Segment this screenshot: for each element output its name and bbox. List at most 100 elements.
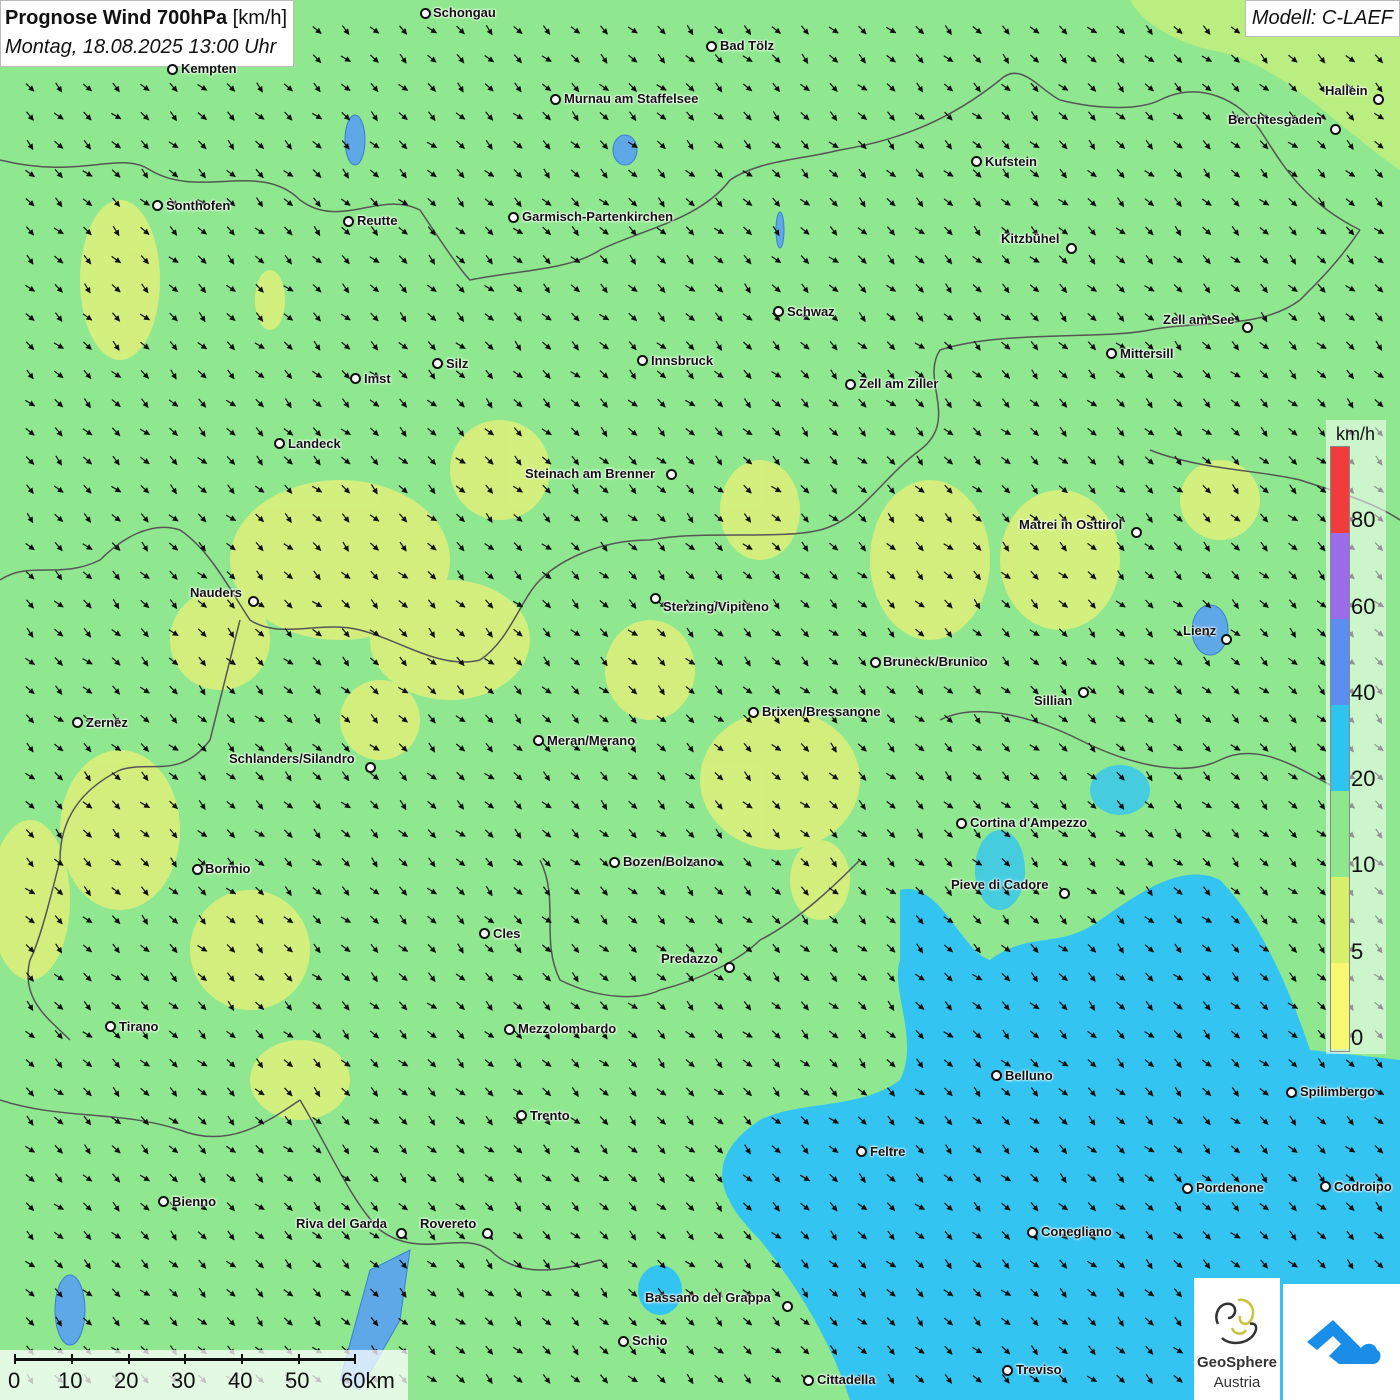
city-marker[interactable] (248, 596, 259, 607)
geosphere-logo[interactable]: GeoSphere Austria (1194, 1278, 1280, 1400)
city-marker[interactable] (1373, 94, 1384, 105)
city-marker[interactable] (479, 928, 490, 939)
city-marker[interactable] (1002, 1365, 1013, 1376)
city-marker[interactable] (971, 156, 982, 167)
city-label: Zell am See (1163, 312, 1235, 327)
city-marker[interactable] (152, 200, 163, 211)
city-marker[interactable] (105, 1021, 116, 1032)
city-marker[interactable] (167, 64, 178, 75)
city-marker[interactable] (432, 358, 443, 369)
city-marker[interactable] (274, 438, 285, 449)
scale-label: 30 (171, 1368, 196, 1393)
city-marker[interactable] (782, 1301, 793, 1312)
scale-tick (71, 1354, 73, 1364)
scale-label: 10 (58, 1368, 83, 1393)
city-marker[interactable] (870, 657, 881, 668)
city-marker[interactable] (609, 857, 620, 868)
legend-label: 40 (1351, 680, 1376, 705)
city-label: Sillian (1034, 693, 1073, 708)
city-marker[interactable] (803, 1375, 814, 1386)
city-marker[interactable] (1182, 1183, 1193, 1194)
city-marker[interactable] (1242, 322, 1253, 333)
city-label: Sterzing/Vipiteno (663, 599, 769, 614)
legend-swatch (1331, 963, 1349, 1049)
city-marker[interactable] (533, 735, 544, 746)
city-marker[interactable] (748, 707, 759, 718)
city-marker[interactable] (724, 962, 735, 973)
city-marker[interactable] (343, 216, 354, 227)
city-label: Landeck (288, 436, 341, 451)
city-marker[interactable] (504, 1024, 515, 1035)
city-label: Codroipo (1334, 1179, 1392, 1194)
city-marker[interactable] (706, 41, 717, 52)
city-label: Imst (364, 371, 391, 386)
model-label: Modell: C-LAEF (1244, 0, 1400, 37)
city-label: Feltre (870, 1144, 906, 1159)
legend-swatch (1331, 791, 1349, 877)
legend-swatch (1331, 877, 1349, 963)
city-marker[interactable] (1286, 1087, 1297, 1098)
city-marker[interactable] (666, 469, 677, 480)
city-marker[interactable] (482, 1228, 493, 1239)
scale-label: 50 (285, 1368, 310, 1393)
city-label: Steinach am Brenner (525, 466, 656, 481)
city-marker[interactable] (365, 762, 376, 773)
city-marker[interactable] (773, 306, 784, 317)
city-marker[interactable] (1078, 687, 1089, 698)
city-label: Cortina d'Ampezzo (970, 815, 1088, 830)
city-marker[interactable] (1131, 527, 1142, 538)
city-label: Bormio (205, 861, 251, 876)
scale-tick (184, 1354, 186, 1364)
city-marker[interactable] (508, 212, 519, 223)
cloud-arrow-icon (1307, 1320, 1381, 1364)
city-marker[interactable] (516, 1110, 527, 1121)
high-wind-patch (975, 830, 1025, 910)
city-marker[interactable] (1320, 1181, 1331, 1192)
city-marker[interactable] (1066, 243, 1077, 254)
legend-swatch (1331, 533, 1349, 619)
city-marker[interactable] (991, 1070, 1002, 1081)
city-label: Reutte (357, 213, 398, 228)
city-label: Brixen/Bressanone (762, 704, 881, 719)
city-marker[interactable] (845, 379, 856, 390)
city-marker[interactable] (550, 94, 561, 105)
city-label: Nauders (190, 585, 243, 600)
city-label: Belluno (1005, 1068, 1053, 1083)
city-label: Bruneck/Brunico (883, 654, 988, 669)
city-marker[interactable] (856, 1146, 867, 1157)
city-marker[interactable] (1027, 1227, 1038, 1238)
city-label: Schlanders/Silandro (229, 751, 355, 766)
legend-swatch (1331, 705, 1349, 791)
city-label: Zernez (86, 715, 128, 730)
city-marker[interactable] (72, 717, 83, 728)
city-marker[interactable] (420, 8, 431, 19)
city-marker[interactable] (396, 1228, 407, 1239)
scale-tick (354, 1354, 356, 1364)
city-label: Silz (446, 356, 469, 371)
city-label: Schwaz (787, 304, 835, 319)
city-label: Garmisch-Partenkirchen (522, 209, 674, 224)
city-marker[interactable] (192, 864, 203, 875)
city-label: Pordenone (1196, 1180, 1264, 1195)
city-marker[interactable] (1059, 888, 1070, 899)
city-label: Meran/Merano (547, 733, 636, 748)
city-label: Trento (530, 1108, 570, 1123)
legend-label: 0 (1351, 1025, 1364, 1050)
city-marker[interactable] (1106, 348, 1117, 359)
map-title-box: Prognose Wind 700hPa [km/h] Montag, 18.0… (0, 0, 295, 67)
app-logo[interactable] (1283, 1284, 1400, 1400)
scale-tick (128, 1354, 130, 1364)
legend-label: 10 (1351, 852, 1376, 877)
city-marker[interactable] (618, 1336, 629, 1347)
city-marker[interactable] (637, 355, 648, 366)
city-label: Mittersill (1120, 346, 1174, 361)
city-label: Matrei in Osttirol (1019, 517, 1123, 532)
city-marker[interactable] (650, 593, 661, 604)
city-marker[interactable] (956, 818, 967, 829)
city-marker[interactable] (1221, 634, 1232, 645)
city-label: Schio (632, 1333, 668, 1348)
city-marker[interactable] (158, 1196, 169, 1207)
city-marker[interactable] (1330, 124, 1341, 135)
scale-label: 20 (114, 1368, 139, 1393)
city-marker[interactable] (350, 373, 361, 384)
